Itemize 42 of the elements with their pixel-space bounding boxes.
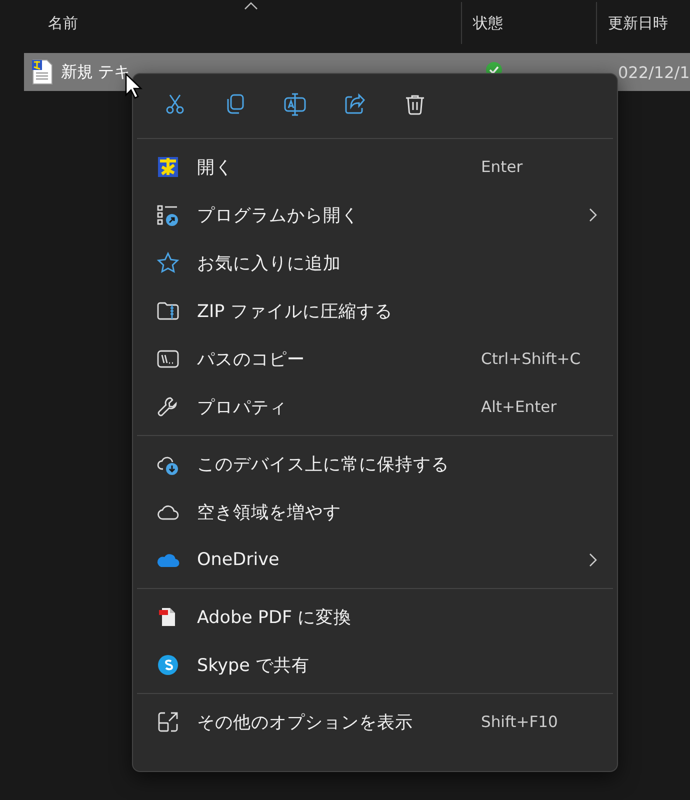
menu-item-label: プロパティ: [197, 397, 288, 419]
menu-item-label: Skype で共有: [197, 655, 310, 677]
app-list-icon: [156, 203, 180, 227]
shortcut-text: Alt+Enter: [481, 398, 558, 416]
menu-item-label: お気に入りに追加: [197, 253, 342, 275]
menu-item-label: ZIP ファイルに圧縮する: [197, 301, 394, 323]
menu-item[interactable]: Adobe PDF に変換: [133, 593, 617, 641]
menu-item-label: OneDrive: [197, 550, 280, 570]
star-icon: [156, 251, 180, 275]
menu-item-label: このデバイス上に常に保持する: [197, 454, 450, 476]
menu-item[interactable]: 空き領域を増やす: [133, 488, 617, 536]
share-icon: [343, 92, 367, 116]
menu-item[interactable]: OneDrive: [133, 536, 617, 584]
menu-item[interactable]: ZIP ファイルに圧縮する: [133, 287, 617, 335]
column-header[interactable]: 名前: [0, 2, 461, 44]
menu-item[interactable]: 開く Enter: [133, 143, 617, 191]
menu-item-label: プログラムから開く: [197, 205, 360, 227]
menu-item-label: パスのコピー: [197, 349, 306, 371]
menu-item[interactable]: Skype で共有: [133, 641, 617, 689]
file-name: 新規 テキ: [61, 62, 130, 82]
rename-icon: [283, 92, 307, 116]
skype-icon: [156, 653, 180, 677]
menu-item[interactable]: プログラムから開く: [133, 191, 617, 239]
shortcut-text: Ctrl+Shift+C: [481, 350, 582, 368]
menu-item[interactable]: パスのコピー Ctrl+Shift+C: [133, 335, 617, 383]
shortcut-text: Enter: [481, 158, 524, 176]
shortcut-text: Shift+F10: [481, 713, 559, 731]
menu-item-label: 開く: [197, 157, 234, 179]
menu-item-label: 空き領域を増やす: [197, 502, 342, 524]
text-file-icon: [31, 59, 53, 85]
column-header[interactable]: 状態: [461, 2, 596, 44]
expand-icon: [156, 710, 180, 734]
sort-caret-icon: [244, 2, 258, 10]
column-header[interactable]: 更新日時: [596, 2, 690, 44]
menu-item[interactable]: プロパティ Alt+Enter: [133, 383, 617, 431]
menu-item[interactable]: このデバイス上に常に保持する: [133, 440, 617, 488]
app-icon: [156, 155, 180, 179]
menu-item-label: その他のオプションを表示: [197, 712, 414, 734]
modified-date: 022/12/1: [617, 62, 690, 82]
menu-item[interactable]: その他のオプションを表示 Shift+F10: [133, 698, 617, 746]
menu-item-label: Adobe PDF に変換: [197, 607, 353, 629]
menu-item[interactable]: お気に入りに追加: [133, 239, 617, 287]
